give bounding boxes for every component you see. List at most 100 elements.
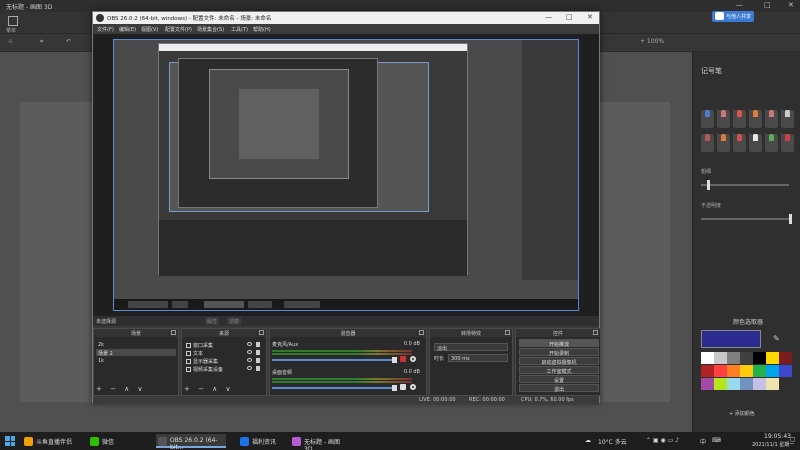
scene-item[interactable]: 1k [96, 357, 176, 364]
scenes-toolbar[interactable]: + − ∧ ∨ [96, 385, 146, 393]
undo-icon[interactable]: ↶ [66, 38, 71, 45]
add-color-button[interactable]: + 添加颜色 [729, 410, 755, 417]
taskbar-app-button[interactable]: 斗鱼直播伴侣 [22, 434, 82, 448]
keyboard-icon[interactable]: ⌨ [712, 437, 721, 444]
source-item[interactable]: 显示器采集 [184, 357, 264, 365]
brush-tool-icon[interactable] [717, 134, 730, 152]
lock-icon[interactable] [256, 350, 260, 355]
thickness-knob[interactable] [707, 180, 710, 190]
notification-icon[interactable]: ▢ [790, 436, 796, 443]
crop-icon[interactable]: ⌗ [40, 38, 43, 46]
source-item[interactable]: 视频采集设备 [184, 365, 264, 373]
brush-tool-icon[interactable] [781, 110, 794, 128]
brush-tool-icon[interactable] [749, 134, 762, 152]
obs-minimize-icon[interactable]: — [545, 13, 552, 21]
menu-icon[interactable] [8, 16, 18, 26]
color-swatch[interactable] [779, 365, 792, 377]
menu-profile[interactable]: 配置文件(P) [165, 26, 192, 33]
color-swatch[interactable] [779, 352, 792, 364]
color-swatch[interactable] [714, 352, 727, 364]
color-swatch[interactable] [753, 352, 766, 364]
menu-tools[interactable]: 工具(T) [231, 26, 248, 33]
preview-frame[interactable] [113, 39, 579, 311]
color-swatch[interactable] [740, 378, 753, 390]
taskbar-app-button[interactable]: 福利资讯 [238, 434, 284, 448]
color-swatch[interactable] [727, 365, 740, 377]
obs-preview[interactable] [93, 34, 599, 316]
dock-float-icon[interactable] [259, 330, 264, 335]
menu-view[interactable]: 视图(V) [141, 26, 158, 33]
color-swatch[interactable] [701, 378, 714, 390]
select-icon[interactable]: ⊹ [8, 38, 13, 45]
maximize-icon[interactable]: □ [764, 1, 771, 9]
color-swatch[interactable] [753, 365, 766, 377]
lock-icon[interactable] [256, 342, 260, 347]
filters-button[interactable]: 滤镜 [227, 317, 242, 325]
clock-date[interactable]: 2021/11/1 星期一 [752, 441, 794, 448]
source-item[interactable]: 窗口采集 [184, 341, 264, 349]
color-swatch[interactable] [766, 378, 779, 390]
dock-float-icon[interactable] [593, 330, 598, 335]
properties-button[interactable]: 属性 [205, 317, 220, 325]
brush-tool-icon[interactable] [765, 110, 778, 128]
volume-fader[interactable] [272, 385, 397, 391]
eyedropper-icon[interactable]: ✎ [773, 334, 780, 343]
dock-float-icon[interactable] [505, 330, 510, 335]
clock-time[interactable]: 19:05:43 [764, 433, 791, 440]
thickness-slider[interactable] [701, 180, 789, 190]
start-recording-button[interactable]: 开始录制 [519, 348, 599, 357]
brush-tool-icon[interactable] [781, 134, 794, 152]
color-swatch[interactable] [701, 352, 714, 364]
brush-tool-icon[interactable] [749, 110, 762, 128]
minimize-icon[interactable]: — [736, 1, 743, 9]
visibility-icon[interactable] [247, 350, 252, 354]
color-swatch[interactable] [714, 365, 727, 377]
taskbar-app-button[interactable]: 微信 [88, 434, 148, 448]
visibility-icon[interactable] [247, 366, 252, 370]
exit-button[interactable]: 退出 [519, 384, 599, 393]
dock-float-icon[interactable] [171, 330, 176, 335]
opacity-slider[interactable] [701, 214, 792, 224]
settings-button[interactable]: 设置 [519, 375, 599, 384]
brush-tool-icon[interactable] [717, 110, 730, 128]
tray-icons[interactable]: ⌃ ▣ ◉ ▭ ♪ [646, 437, 679, 444]
brush-tool-icon[interactable] [733, 134, 746, 152]
color-swatch[interactable] [740, 352, 753, 364]
weather-icon[interactable]: ☁ [585, 437, 591, 444]
obs-maximize-icon[interactable]: □ [566, 13, 573, 21]
color-swatch[interactable] [766, 365, 779, 377]
speaker-icon[interactable] [400, 384, 406, 390]
menu-edit[interactable]: 编辑(E) [119, 26, 136, 33]
taskbar-app-button[interactable]: 无标题 - 画图 3D [290, 434, 350, 450]
color-swatch[interactable] [727, 378, 740, 390]
share-button[interactable]: 与他人共享 [712, 11, 754, 22]
brush-tool-icon[interactable] [733, 110, 746, 128]
zoom-label[interactable]: + 100% [640, 38, 664, 45]
sources-toolbar[interactable]: + − ∧ ∨ [184, 385, 234, 393]
ime-indicator[interactable]: 中 [700, 437, 706, 446]
brush-tool-icon[interactable] [701, 110, 714, 128]
brush-tool-icon[interactable] [701, 134, 714, 152]
color-swatch[interactable] [701, 365, 714, 377]
color-swatch[interactable] [753, 378, 766, 390]
color-swatch[interactable] [727, 352, 740, 364]
gear-icon[interactable] [410, 384, 416, 390]
gear-icon[interactable] [410, 356, 416, 362]
color-swatch[interactable] [714, 378, 727, 390]
menu-file[interactable]: 文件(F) [97, 26, 114, 33]
menu-help[interactable]: 帮助(H) [253, 26, 271, 33]
transition-select[interactable]: 淡出 [434, 343, 508, 352]
color-swatch[interactable] [766, 352, 779, 364]
muted-speaker-icon[interactable] [400, 356, 406, 362]
taskbar-app-button[interactable]: OBS 26.0.2 (64-bit... [156, 434, 226, 450]
studio-mode-button[interactable]: 工作室模式 [519, 366, 599, 375]
close-icon[interactable]: ✕ [788, 1, 794, 9]
start-streaming-button[interactable]: 开始推流 [519, 339, 599, 348]
virtual-camera-button[interactable]: 启动虚拟摄像机 [519, 357, 599, 366]
dock-float-icon[interactable] [419, 330, 424, 335]
scene-item[interactable]: 2k [96, 341, 176, 348]
volume-fader[interactable] [272, 357, 397, 363]
weather-text[interactable]: 10°C 多云 [598, 437, 627, 446]
opacity-knob[interactable] [789, 214, 792, 224]
windows-start-icon[interactable] [5, 436, 15, 446]
